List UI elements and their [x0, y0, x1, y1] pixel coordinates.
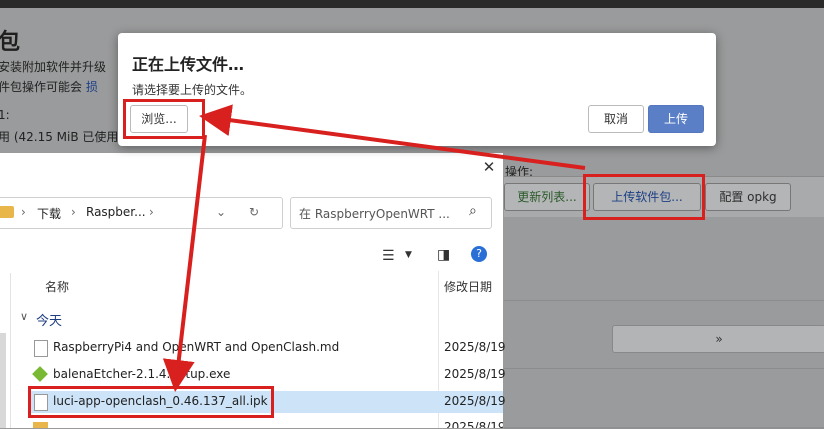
- preview-pane-icon[interactable]: ◨: [437, 247, 450, 263]
- upload-modal: 正在上传文件… 请选择要上传的文件。 浏览... 取消 上传: [118, 33, 716, 146]
- search-placeholder: 在 RaspberryOpenWRT ...: [299, 207, 450, 221]
- chevron-down-icon[interactable]: ⌄: [216, 205, 226, 219]
- page-warning-line: 件包操作可能会 损: [0, 80, 98, 94]
- chevron-down-icon[interactable]: ▼: [405, 250, 412, 260]
- column-header-name[interactable]: 名称: [45, 278, 69, 295]
- storage-usage: 用 (42.15 MiB 已使用: [0, 130, 119, 144]
- scrollbar[interactable]: [0, 333, 6, 428]
- folder-icon: [33, 422, 48, 428]
- close-icon[interactable]: ✕: [480, 158, 498, 176]
- upload-button[interactable]: 上传: [648, 105, 704, 133]
- chevron-down-icon[interactable]: ∨: [20, 310, 28, 323]
- warning-link[interactable]: 损: [86, 80, 98, 94]
- file-row[interactable]: RaspberryPi4 and OpenWRT and OpenClash.m…: [30, 337, 506, 359]
- file-date: 2025/8/19: [444, 394, 506, 408]
- refresh-icon[interactable]: ↻: [249, 205, 259, 219]
- chevron-right-icon: ›: [71, 205, 76, 219]
- highlight-upload-package: [583, 174, 705, 220]
- next-page-button[interactable]: »: [612, 325, 824, 353]
- top-bar: [0, 0, 824, 8]
- address-bar[interactable]: › 下载 › Raspber... › ⌄ ↻: [0, 197, 283, 229]
- update-lists-button[interactable]: 更新列表...: [504, 183, 590, 211]
- search-icon[interactable]: ⌕: [469, 203, 477, 219]
- divider: [498, 300, 824, 301]
- chevron-right-icon: ›: [21, 205, 26, 219]
- modal-message: 请选择要上传的文件。: [132, 83, 253, 97]
- highlight-selected-file: [28, 386, 274, 418]
- etcher-app-icon: [32, 366, 48, 382]
- file-date: 2025/8/19: [444, 340, 506, 354]
- file-row[interactable]: balenaEtcher-2.1.4.Setup.exe 2025/8/19: [30, 364, 506, 386]
- page-title: 包: [0, 30, 21, 55]
- configure-opkg-button[interactable]: 配置 opkg: [705, 183, 791, 211]
- storage-label: 1:: [0, 108, 10, 122]
- page-description-line: 安装附加软件并升级: [0, 60, 107, 74]
- help-icon[interactable]: ?: [471, 246, 487, 262]
- cancel-button[interactable]: 取消: [588, 105, 644, 133]
- column-header-modified[interactable]: 修改日期: [444, 278, 492, 295]
- file-date: 2025/8/19: [444, 367, 506, 381]
- highlight-browse: [123, 99, 205, 139]
- document-icon: [34, 340, 48, 357]
- chevron-right-icon: ›: [149, 205, 154, 219]
- view-options-icon[interactable]: ☰: [382, 248, 395, 264]
- modal-title: 正在上传文件…: [132, 55, 245, 74]
- file-name: RaspberryPi4 and OpenWRT and OpenClash.m…: [53, 340, 340, 354]
- divider: [498, 368, 824, 369]
- breadcrumb-current[interactable]: Raspber...: [86, 205, 146, 219]
- breadcrumb-downloads[interactable]: 下载: [37, 205, 61, 222]
- search-input[interactable]: 在 RaspberryOpenWRT ... ⌕: [290, 197, 492, 229]
- file-name: balenaEtcher-2.1.4.Setup.exe: [53, 367, 231, 381]
- column-divider: [10, 273, 11, 428]
- folder-icon: [0, 206, 14, 218]
- group-header-today[interactable]: 今天: [36, 310, 62, 329]
